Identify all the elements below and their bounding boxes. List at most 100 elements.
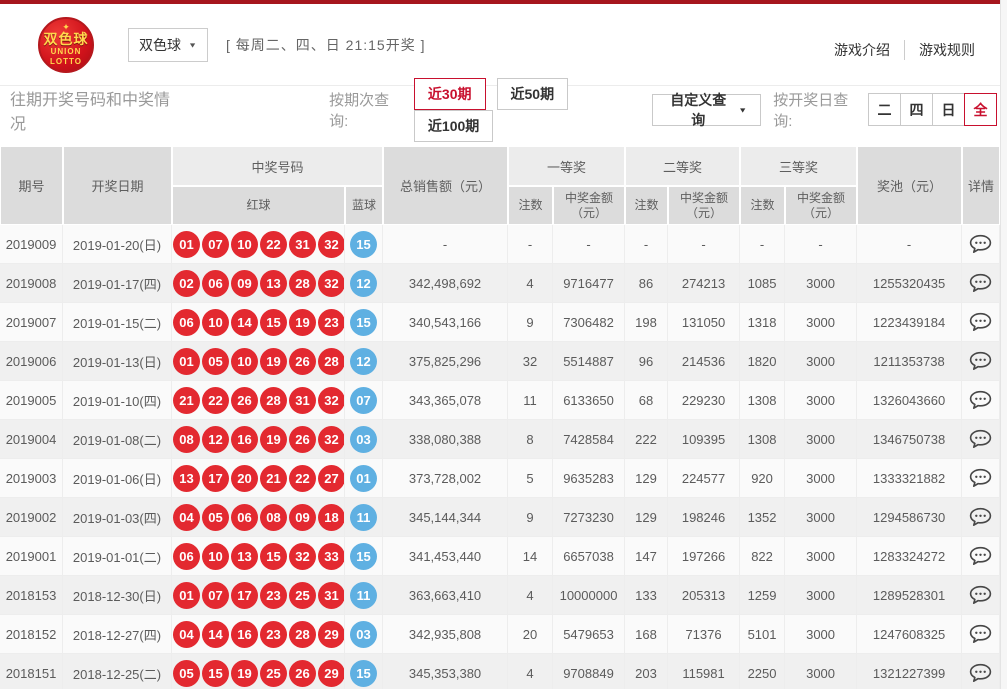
detail-button[interactable] [967, 388, 994, 412]
detail-button[interactable] [967, 622, 994, 646]
game-intro-link[interactable]: 游戏介绍 [820, 40, 904, 60]
comment-bubble-icon [969, 273, 992, 293]
second-prize-count-cell: - [625, 225, 668, 264]
table-row: 20190042019-01-08(二)08121619263203338,08… [0, 420, 1000, 459]
date-cell: 2019-01-03(四) [63, 498, 172, 537]
detail-button[interactable] [967, 271, 994, 295]
detail-cell [962, 264, 1000, 303]
pool-cell: - [857, 225, 962, 264]
red-ball: 26 [289, 348, 316, 375]
red-ball: 05 [202, 504, 229, 531]
red-ball: 25 [260, 660, 287, 687]
third-prize-amount-cell: 3000 [785, 459, 857, 498]
sales-cell: - [383, 225, 508, 264]
issue-cell: 2019009 [0, 225, 63, 264]
blue-ball-cell: 15 [345, 303, 383, 342]
red-ball: 32 [318, 231, 345, 258]
third-prize-amount-cell: 3000 [785, 342, 857, 381]
comment-bubble-icon [969, 234, 992, 254]
first-prize-count-cell: - [508, 225, 553, 264]
third-prize-count-cell: 1352 [740, 498, 785, 537]
comment-bubble-icon [969, 351, 992, 371]
pool-cell: 1321227399 [857, 654, 962, 689]
red-ball: 06 [202, 270, 229, 297]
table-row: 20190012019-01-01(二)06101315323315341,45… [0, 537, 1000, 576]
red-ball: 07 [202, 582, 229, 609]
scrollbar[interactable] [1000, 0, 1007, 689]
detail-cell [962, 420, 1000, 459]
sales-cell: 343,365,078 [383, 381, 508, 420]
first-prize-amount-cell: 9716477 [553, 264, 625, 303]
col-header-count-3: 注数 [740, 186, 785, 225]
detail-button[interactable] [967, 505, 994, 529]
pool-cell: 1247608325 [857, 615, 962, 654]
detail-button[interactable] [967, 583, 994, 607]
lottery-select[interactable]: 双色球 ▼ [128, 28, 208, 62]
third-prize-amount-cell: - [785, 225, 857, 264]
red-ball: 09 [289, 504, 316, 531]
logo-subtitle-union: UNION [51, 48, 82, 56]
results-table: 期号 开奖日期 中奖号码 总销售额（元） 一等奖 二等奖 三等奖 奖池（元） 详… [0, 146, 1000, 689]
second-prize-amount-cell: 115981 [668, 654, 740, 689]
date-cell: 2019-01-17(四) [63, 264, 172, 303]
first-prize-amount-cell: 7428584 [553, 420, 625, 459]
second-prize-count-cell: 133 [625, 576, 668, 615]
blue-ball: 12 [350, 348, 377, 375]
third-prize-count-cell: 1085 [740, 264, 785, 303]
red-ball: 29 [318, 621, 345, 648]
second-prize-count-cell: 86 [625, 264, 668, 303]
day-filter-0[interactable]: 二 [868, 93, 901, 126]
union-lotto-logo: ✦ 双色球 UNION LOTTO [38, 17, 94, 73]
site-header: ✦ 双色球 UNION LOTTO 双色球 ▼ [ 每周二、四、日 21:15开… [0, 4, 1007, 85]
third-prize-amount-cell: 3000 [785, 654, 857, 689]
blue-ball-cell: 03 [345, 615, 383, 654]
game-rules-link[interactable]: 游戏规则 [904, 40, 989, 60]
day-filter-1[interactable]: 四 [900, 93, 933, 126]
issue-cell: 2018152 [0, 615, 63, 654]
detail-button[interactable] [967, 661, 994, 685]
col-header-red-balls: 红球 [172, 186, 345, 225]
sales-cell: 340,543,166 [383, 303, 508, 342]
comment-bubble-icon [969, 624, 992, 644]
comment-bubble-icon [969, 468, 992, 488]
second-prize-count-cell: 96 [625, 342, 668, 381]
red-ball: 28 [289, 621, 316, 648]
detail-button[interactable] [967, 466, 994, 490]
detail-button[interactable] [967, 349, 994, 373]
detail-button[interactable] [967, 232, 994, 256]
blue-ball-cell: 03 [345, 420, 383, 459]
issue-cell: 2019004 [0, 420, 63, 459]
period-filter-2[interactable]: 近100期 [414, 110, 493, 142]
comment-bubble-icon [969, 429, 992, 449]
third-prize-count-cell: 1308 [740, 381, 785, 420]
second-prize-amount-cell: 71376 [668, 615, 740, 654]
red-balls-cell: 061014151923 [172, 303, 345, 342]
comment-bubble-icon [969, 585, 992, 605]
day-filter-2[interactable]: 日 [932, 93, 965, 126]
col-header-first-prize: 一等奖 [508, 146, 625, 186]
blue-ball: 07 [350, 387, 377, 414]
blue-ball-cell: 12 [345, 264, 383, 303]
issue-cell: 2019002 [0, 498, 63, 537]
detail-cell [962, 303, 1000, 342]
issue-cell: 2019006 [0, 342, 63, 381]
blue-ball-cell: 12 [345, 342, 383, 381]
logo-subtitle-lotto: LOTTO [50, 58, 82, 66]
detail-button[interactable] [967, 310, 994, 334]
col-header-second-prize: 二等奖 [625, 146, 740, 186]
second-prize-amount-cell: 131050 [668, 303, 740, 342]
date-cell: 2019-01-13(日) [63, 342, 172, 381]
day-filter-3[interactable]: 全 [964, 93, 997, 126]
blue-ball-cell: 11 [345, 498, 383, 537]
first-prize-count-cell: 11 [508, 381, 553, 420]
detail-button[interactable] [967, 427, 994, 451]
blue-ball-cell: 15 [345, 537, 383, 576]
issue-cell: 2018153 [0, 576, 63, 615]
red-ball: 26 [289, 426, 316, 453]
blue-ball-cell: 15 [345, 225, 383, 264]
second-prize-count-cell: 222 [625, 420, 668, 459]
custom-query-button[interactable]: 自定义查询 ▼ [652, 94, 761, 126]
table-row: 20190092019-01-20(日)01071022313215------… [0, 225, 1000, 264]
comment-bubble-icon [969, 546, 992, 566]
detail-button[interactable] [967, 544, 994, 568]
